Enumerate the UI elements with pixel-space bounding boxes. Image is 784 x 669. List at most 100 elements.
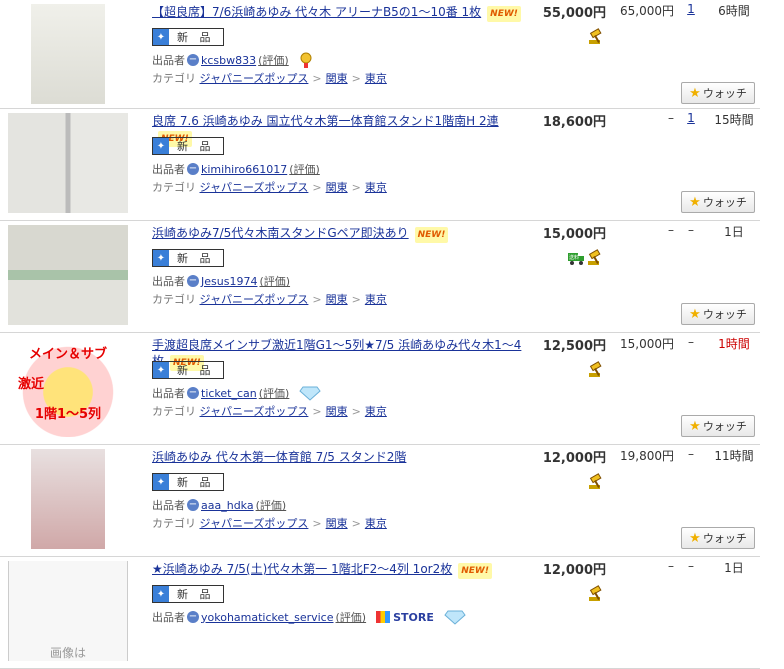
seller-link[interactable]: kcsbw833 xyxy=(201,54,256,67)
category-link[interactable]: 東京 xyxy=(365,293,387,306)
seller-link[interactable]: Jesus1974 xyxy=(201,275,257,288)
seller-minus-icon: − xyxy=(187,611,199,623)
watch-button[interactable]: ★ ウォッチ xyxy=(681,82,755,104)
category-link[interactable]: 東京 xyxy=(365,181,387,194)
condition-badge: ✦ 新 品 xyxy=(152,249,224,267)
listing-thumbnail[interactable]: 画像は xyxy=(8,561,128,661)
bid-count-link[interactable]: 1 xyxy=(687,111,695,125)
buy-now-price: – xyxy=(668,559,674,573)
thumbnail-image xyxy=(8,113,128,213)
seller-link[interactable]: aaa_hdka xyxy=(201,499,254,512)
thumbnail-image: メイン＆サブ 激近 1階1～5列 xyxy=(8,337,128,437)
medal-icon xyxy=(299,52,313,68)
category-link[interactable]: ジャパニーズポップス xyxy=(200,405,309,418)
listing-thumbnail[interactable] xyxy=(8,4,128,104)
time-left: 15時間 xyxy=(714,113,754,127)
new-badge: NEW! xyxy=(458,563,492,579)
category-link[interactable]: ジャパニーズポップス xyxy=(200,72,309,85)
seller-prefix: 出品者 xyxy=(152,163,185,176)
category-separator: > xyxy=(312,517,322,530)
listing-title-link[interactable]: 【超良席】7/6浜崎あゆみ 代々木 アリーナB5の1～10番 1枚 xyxy=(152,5,481,19)
seller-info: 出品者 − kimihiro661017 (評価) xyxy=(152,161,320,177)
condition-label: 新 品 xyxy=(177,252,215,265)
seller-info: 出品者 − aaa_hdka (評価) xyxy=(152,497,286,513)
listing-thumbnail[interactable] xyxy=(8,449,128,549)
condition-icon: ✦ xyxy=(153,586,169,602)
store-logo-icon xyxy=(376,611,391,623)
seller-link[interactable]: kimihiro661017 xyxy=(201,163,287,176)
watch-button[interactable]: ★ ウォッチ xyxy=(681,415,755,437)
listing-title-link[interactable]: ★浜崎あゆみ 7/5(土)代々木第一 1階北F2～4列 1or2枚 xyxy=(152,562,452,576)
category-link[interactable]: ジャパニーズポップス xyxy=(200,517,309,530)
category-link[interactable]: 東京 xyxy=(365,517,387,530)
rating-link[interactable]: (評価) xyxy=(336,609,367,625)
bid-count: – xyxy=(688,223,694,237)
watch-label: ウォッチ xyxy=(702,196,747,209)
rating-link[interactable]: (評価) xyxy=(258,52,289,68)
category-prefix: カテゴリ xyxy=(152,517,196,530)
listing-thumbnail[interactable] xyxy=(8,225,128,325)
watch-label: ウォッチ xyxy=(702,308,747,321)
current-price: 12,000円 xyxy=(542,451,606,466)
listing-title-link[interactable]: 浜崎あゆみ7/5代々木南スタンドGペア即決あり xyxy=(152,226,409,240)
time-left: 1時間 xyxy=(718,337,750,351)
buy-now-price: 19,800円 xyxy=(620,449,674,463)
listing-icons xyxy=(588,28,605,45)
diamond-icon xyxy=(444,609,466,625)
condition-badge: ✦ 新 品 xyxy=(152,137,224,155)
promo-text-main-sub: メイン＆サブ xyxy=(28,347,107,362)
bid-count-link[interactable]: 1 xyxy=(687,2,695,16)
rating-link[interactable]: (評価) xyxy=(289,161,320,177)
rating-link[interactable]: (評価) xyxy=(256,497,287,513)
watch-button[interactable]: ★ ウォッチ xyxy=(681,191,755,213)
category-link[interactable]: 関東 xyxy=(326,72,348,85)
watch-button[interactable]: ★ ウォッチ xyxy=(681,303,755,325)
category-link[interactable]: 関東 xyxy=(326,181,348,194)
seller-link[interactable]: yokohamaticket_service xyxy=(201,611,334,624)
seller-minus-icon: − xyxy=(187,163,199,175)
listing-title-link[interactable]: 良席 7.6 浜崎あゆみ 国立代々木第一体育館スタンド1階南H 2連 xyxy=(152,114,499,128)
condition-label: 新 品 xyxy=(177,588,215,601)
condition-icon: ✦ xyxy=(153,362,169,378)
bid-count: 1 xyxy=(676,111,706,125)
gavel-icon xyxy=(588,28,605,45)
store-label: STORE xyxy=(393,610,434,624)
free-shipping-icon: 送料 xyxy=(567,249,585,266)
watch-label: ウォッチ xyxy=(702,532,747,545)
rating-link[interactable]: (評価) xyxy=(259,385,290,401)
category-separator: > xyxy=(312,72,322,85)
category-link[interactable]: 東京 xyxy=(365,405,387,418)
category-link[interactable]: 関東 xyxy=(326,517,348,530)
category-separator: > xyxy=(312,405,322,418)
svg-text:送料: 送料 xyxy=(569,254,579,261)
category-link[interactable]: ジャパニーズポップス xyxy=(200,293,309,306)
category-separator: > xyxy=(351,517,361,530)
seller-minus-icon: − xyxy=(187,54,199,66)
current-price: 12,000円 xyxy=(542,563,606,578)
category-link[interactable]: 関東 xyxy=(326,293,348,306)
listing-title-link[interactable]: 浜崎あゆみ 代々木第一体育館 7/5 スタンド2階 xyxy=(152,450,406,464)
seller-link[interactable]: ticket_can xyxy=(201,387,257,400)
thumbnail-image: 画像は xyxy=(8,561,128,661)
listing-row: 良席 7.6 浜崎あゆみ 国立代々木第一体育館スタンド1階南H 2連NEW! ✦ 新… xyxy=(0,109,760,221)
category-prefix: カテゴリ xyxy=(152,293,196,306)
category-link[interactable]: 東京 xyxy=(365,72,387,85)
condition-badge: ✦ 新 品 xyxy=(152,361,224,379)
category-breadcrumb: カテゴリ ジャパニーズポップス > 関東 > 東京 xyxy=(152,179,387,195)
listing-icons: 送料 xyxy=(567,249,604,266)
rating-link[interactable]: (評価) xyxy=(259,273,290,289)
watch-button[interactable]: ★ ウォッチ xyxy=(681,527,755,549)
category-link[interactable]: 関東 xyxy=(326,405,348,418)
condition-icon: ✦ xyxy=(153,138,169,154)
listing-thumbnail[interactable]: メイン＆サブ 激近 1階1～5列 xyxy=(8,337,128,437)
category-link[interactable]: ジャパニーズポップス xyxy=(200,181,309,194)
new-badge: NEW! xyxy=(487,6,521,22)
new-badge: NEW! xyxy=(414,227,449,243)
listing-thumbnail[interactable] xyxy=(8,113,128,213)
time-left: 1日 xyxy=(724,225,744,239)
seller-minus-icon: − xyxy=(187,387,199,399)
condition-icon: ✦ xyxy=(153,250,169,266)
thumbnail-image xyxy=(8,225,128,325)
condition-badge: ✦ 新 品 xyxy=(152,473,224,491)
buy-now-price: – xyxy=(668,111,674,125)
